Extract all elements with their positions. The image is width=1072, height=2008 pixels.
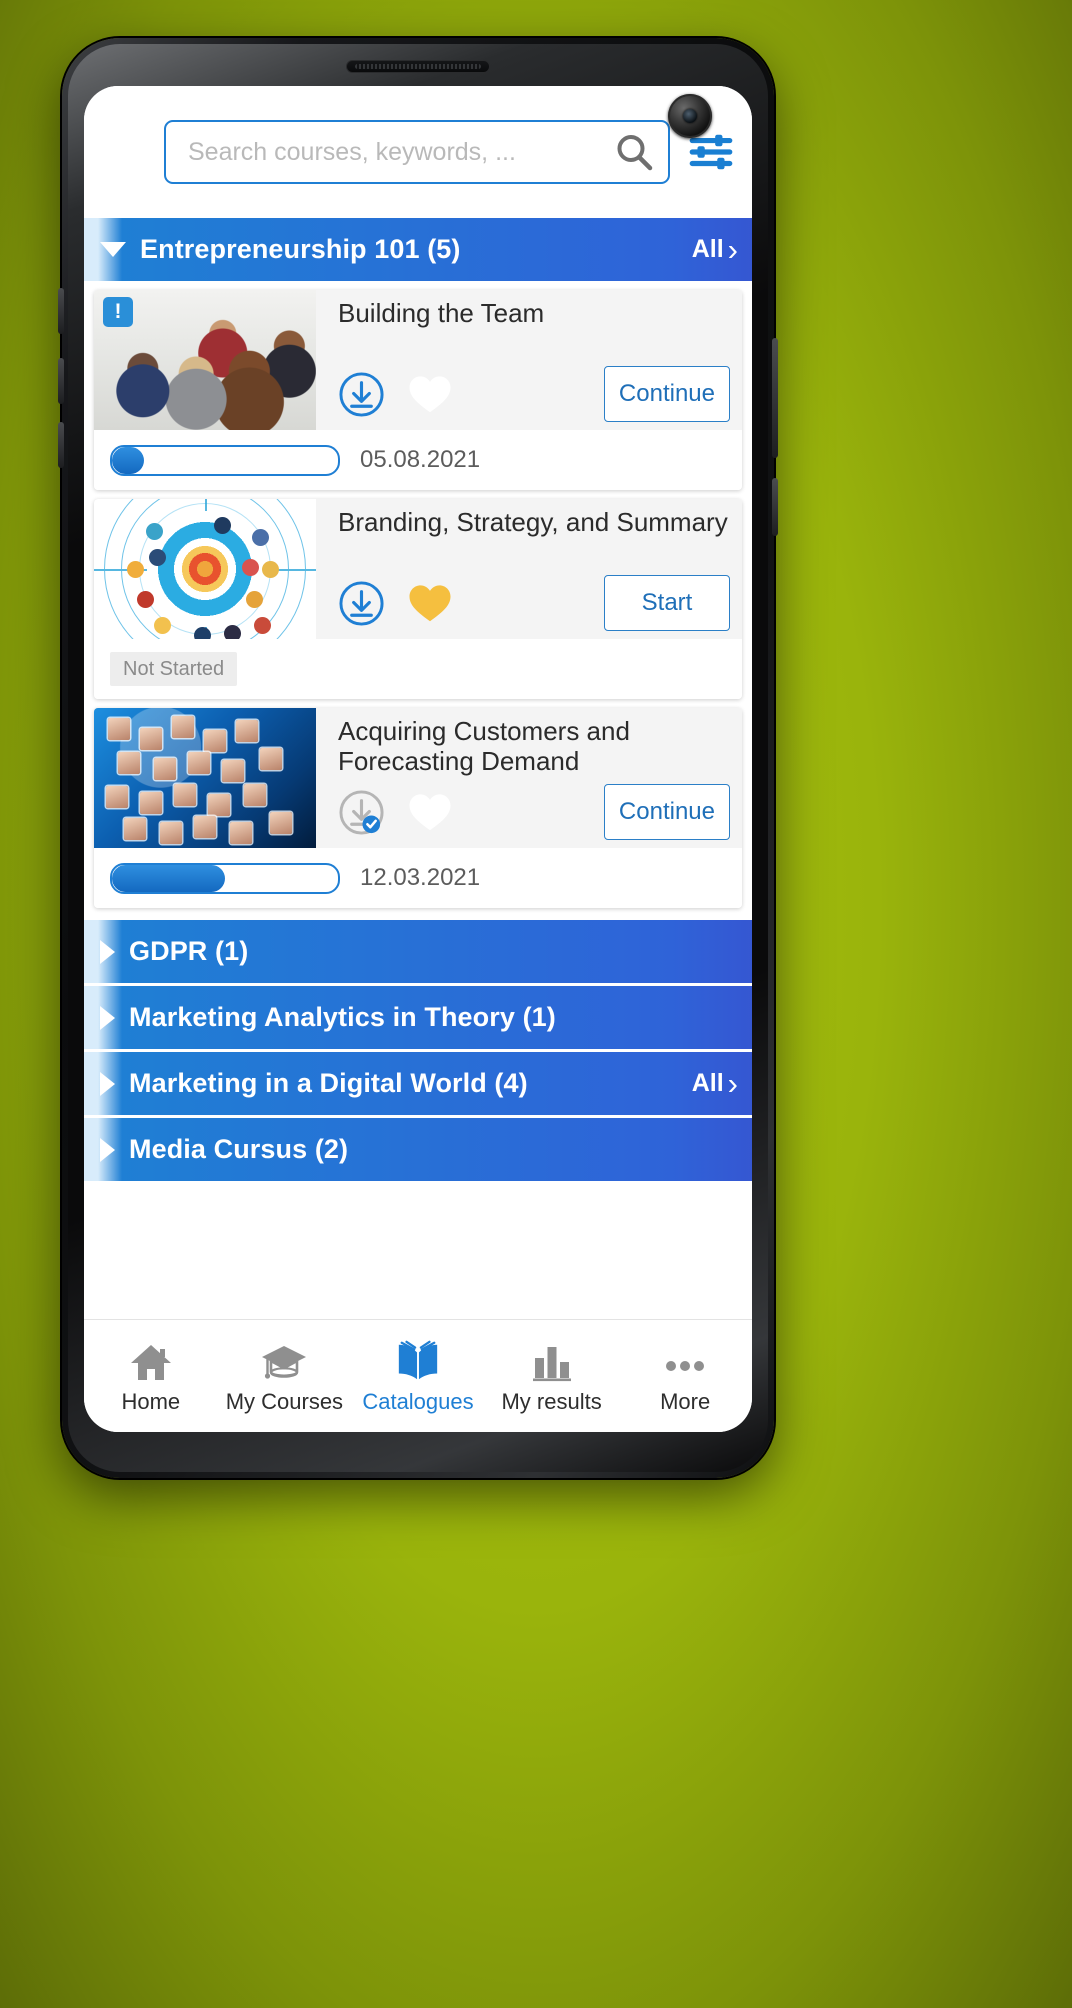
course-date: 12.03.2021 xyxy=(360,864,481,891)
section-title: GDPR (1) xyxy=(129,936,249,966)
course-progress-bar xyxy=(110,862,340,894)
heart-icon[interactable] xyxy=(407,583,453,624)
section-title: Media Cursus (2) xyxy=(129,1134,349,1164)
course-date: 05.08.2021 xyxy=(360,446,481,473)
triangle-right-icon[interactable] xyxy=(100,939,115,964)
ellipsis-icon xyxy=(661,1338,709,1382)
course-card-footer: 05.08.2021 xyxy=(94,430,742,490)
bixby-button[interactable] xyxy=(772,478,778,536)
catalogue-scroll-area[interactable]: Entrepreneurship 101 (5) All › ! Buildin… xyxy=(84,218,752,1320)
section-all-label: All xyxy=(691,1069,724,1097)
open-book-icon xyxy=(395,1338,441,1382)
bar-chart-icon xyxy=(530,1338,574,1382)
course-progress-bar xyxy=(110,444,340,476)
chevron-right-icon: › xyxy=(727,232,738,267)
nav-label: Catalogues xyxy=(362,1388,474,1414)
section-header-entrepreneurship[interactable]: Entrepreneurship 101 (5) All › xyxy=(84,218,752,281)
course-title: Acquiring Customers and Forecasting Dema… xyxy=(338,716,630,777)
course-card-footer: Not Started xyxy=(94,639,742,699)
nav-item-my-results[interactable]: My results xyxy=(485,1338,619,1415)
screenshot-root: Entrepreneurship 101 (5) All › ! xyxy=(0,0,1072,2008)
front-camera-icon xyxy=(668,94,712,138)
nav-item-my-courses[interactable]: My Courses xyxy=(218,1338,352,1415)
chevron-right-icon: › xyxy=(727,1066,738,1101)
mandatory-badge-icon: ! xyxy=(103,297,133,327)
extra-side-button[interactable] xyxy=(58,422,64,468)
heart-icon[interactable] xyxy=(407,792,453,833)
nav-label: My results xyxy=(501,1388,602,1414)
bottom-navigation-bar: Home My Courses Catalogues My results Mo… xyxy=(84,1319,752,1432)
course-cta-button[interactable]: Continue xyxy=(603,784,730,840)
course-card-footer: 12.03.2021 xyxy=(94,848,742,908)
section-all-link[interactable]: All › xyxy=(692,1068,738,1099)
graduation-cap-icon xyxy=(260,1338,308,1382)
nav-item-catalogues[interactable]: Catalogues xyxy=(351,1338,485,1415)
phone-device-frame: Entrepreneurship 101 (5) All › ! xyxy=(58,38,778,1478)
triangle-right-icon[interactable] xyxy=(100,1071,115,1096)
nav-label: More xyxy=(660,1388,711,1414)
course-thumbnail xyxy=(94,708,316,848)
course-card[interactable]: Branding, Strategy, and Summary Start No… xyxy=(94,499,742,699)
phone-screen: Entrepreneurship 101 (5) All › ! xyxy=(84,86,752,1432)
download-circle-icon[interactable] xyxy=(338,580,385,627)
triangle-down-icon[interactable] xyxy=(100,242,126,257)
nav-item-home[interactable]: Home xyxy=(84,1338,218,1415)
search-field-wrapper[interactable] xyxy=(164,120,670,184)
earpiece-speaker xyxy=(346,60,490,73)
section-title: Marketing Analytics in Theory (1) xyxy=(129,1002,556,1032)
search-input[interactable] xyxy=(186,136,608,168)
course-cta-button[interactable]: Continue xyxy=(603,366,730,422)
search-icon[interactable] xyxy=(614,132,654,172)
section-header-media-cursus[interactable]: Media Cursus (2) xyxy=(84,1118,752,1181)
course-title: Building the Team xyxy=(338,298,545,328)
download-circle-icon[interactable] xyxy=(338,371,385,418)
nav-item-more[interactable]: More xyxy=(618,1338,752,1415)
course-card[interactable]: ! Building the Team Continue 05.08.2021 xyxy=(94,290,742,490)
nav-label: Home xyxy=(121,1388,181,1414)
volume-down-button[interactable] xyxy=(58,358,64,404)
section-header-gdpr[interactable]: GDPR (1) xyxy=(84,920,752,983)
download-circle-check-icon[interactable] xyxy=(338,789,385,836)
course-title: Branding, Strategy, and Summary xyxy=(338,507,728,537)
course-card[interactable]: Acquiring Customers and Forecasting Dema… xyxy=(94,708,742,908)
triangle-right-icon[interactable] xyxy=(100,1005,115,1030)
section-title: Marketing in a Digital World (4) xyxy=(129,1068,528,1098)
app-top-bar xyxy=(84,86,752,218)
section-all-label: All xyxy=(691,235,724,263)
section-header-marketing-analytics[interactable]: Marketing Analytics in Theory (1) xyxy=(84,986,752,1049)
status-badge: Not Started xyxy=(110,652,238,686)
nav-label: My Courses xyxy=(225,1388,344,1414)
power-button[interactable] xyxy=(772,338,778,458)
triangle-right-icon[interactable] xyxy=(100,1137,115,1162)
section-header-marketing-digital-world[interactable]: Marketing in a Digital World (4) All › xyxy=(84,1052,752,1115)
course-cta-button[interactable]: Start xyxy=(604,575,730,631)
section-all-link[interactable]: All › xyxy=(692,234,738,265)
heart-icon[interactable] xyxy=(407,374,453,415)
course-thumbnail: ! xyxy=(94,290,316,430)
volume-up-button[interactable] xyxy=(58,288,64,334)
course-thumbnail xyxy=(94,499,316,639)
home-icon xyxy=(129,1338,173,1382)
section-title: Entrepreneurship 101 (5) xyxy=(140,234,461,264)
